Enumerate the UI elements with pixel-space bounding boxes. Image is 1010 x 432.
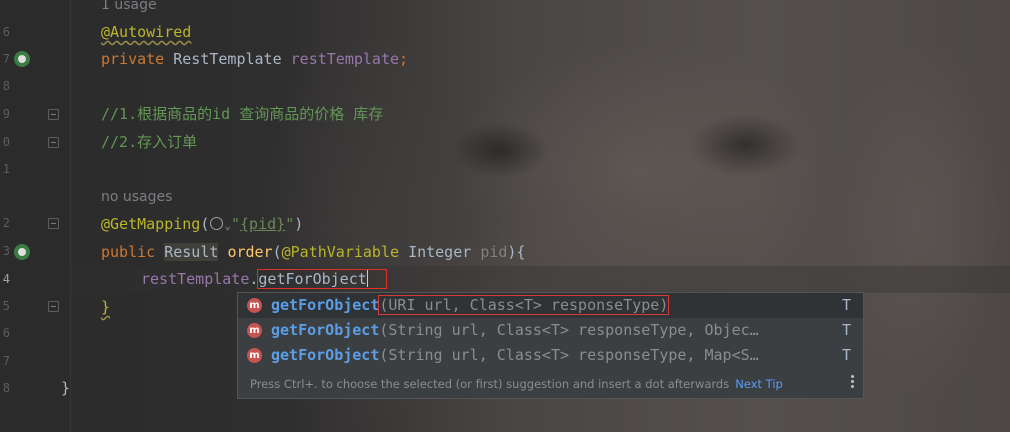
class-close-brace: } [61, 379, 71, 397]
annotation-pathvariable: @PathVariable [281, 243, 400, 261]
code-line-autowired: @Autowired [101, 19, 191, 46]
code-line-getmapping: @GetMapping(⌄"{pid}") [101, 211, 303, 238]
bean-autowired-icon[interactable] [14, 51, 30, 67]
string-quote: " [285, 215, 295, 233]
line-number: 7 [2, 354, 10, 368]
type-integer: Integer [408, 243, 472, 261]
line-number: 6 [2, 326, 10, 340]
line-number: 8 [2, 381, 10, 395]
completion-item[interactable]: m getForObject(URI url, Class<T> respons… [238, 293, 863, 318]
completion-item-name: getForObject(String url, Class<T> respon… [271, 343, 759, 368]
string-quote: " [231, 215, 241, 233]
completion-item-name: getForObject(String url, Class<T> respon… [271, 318, 759, 343]
line-number: 2 [2, 216, 10, 230]
method-name: order [227, 243, 273, 261]
code-line-method: public Result order(@PathVariable Intege… [101, 239, 525, 266]
keyword-private: private [101, 50, 165, 68]
keyword-public: public [101, 243, 156, 261]
call-target: restTemplate [141, 270, 250, 288]
comment-line-2: //2.存入订单 [101, 133, 198, 151]
line-number: 5 [2, 299, 10, 313]
code-line-field: private RestTemplate restTemplate; [101, 46, 408, 73]
usages-hint[interactable]: no usages [101, 184, 172, 211]
item-name-text: getForObject [271, 346, 380, 364]
item-name-text: getForObject [271, 296, 380, 314]
globe-icon[interactable] [210, 217, 224, 230]
more-options-icon[interactable] [851, 375, 855, 388]
paren-open: ( [200, 215, 210, 233]
completion-item-type: T [841, 296, 851, 314]
next-tip-link[interactable]: Next Tip [735, 377, 783, 391]
method-icon: m [247, 348, 262, 363]
paren-close: ) [294, 215, 304, 233]
typed-method: getForObject [258, 270, 367, 288]
completion-item-type: T [841, 346, 851, 364]
completion-item-name: getForObject(URI url, Class<T> responseT… [271, 293, 670, 318]
paren-open: ( [272, 243, 282, 261]
param-name: pid [480, 243, 508, 261]
method-icon: m [247, 298, 262, 313]
footer-hint-text: Press Ctrl+. to choose the selected (or … [250, 377, 730, 391]
usages-hint[interactable]: 1 usage [101, 0, 157, 19]
annotation-autowired: @Autowired [101, 23, 192, 41]
web-endpoint-icon[interactable] [14, 244, 30, 260]
code-line-close-brace: } [101, 294, 110, 321]
completion-footer: Press Ctrl+. to choose the selected (or … [238, 370, 863, 398]
field-name: restTemplate [290, 50, 400, 68]
type-result: Result [164, 243, 219, 261]
line-number: 9 [2, 107, 10, 121]
text-caret [366, 270, 368, 287]
line-number: 6 [2, 25, 10, 39]
gutter-separator [70, 0, 71, 432]
completion-item-type: T [841, 321, 851, 339]
line-number: 8 [2, 79, 10, 93]
completion-item[interactable]: m getForObject(String url, Class<T> resp… [238, 318, 863, 343]
item-name-text: getForObject [271, 321, 380, 339]
method-icon: m [247, 323, 262, 338]
chevron-down-icon[interactable]: ⌄ [224, 219, 231, 232]
fold-marker-icon[interactable] [48, 137, 59, 148]
code-line-class-close: } [61, 375, 70, 402]
fold-marker-icon[interactable] [48, 301, 59, 312]
path-variable-link[interactable]: {pid} [240, 215, 285, 233]
completion-item[interactable]: m getForObject(String url, Class<T> resp… [238, 343, 863, 368]
completion-item-signature: (URI url, Class<T> responseType) [378, 295, 670, 315]
editor-gutter [0, 0, 70, 432]
typed-text[interactable]: getForObject [257, 269, 387, 289]
line-number-current: 4 [2, 272, 10, 286]
comment-line-1: //1.根据商品的id 查询商品的价格 库存 [101, 105, 384, 123]
semicolon: ; [399, 50, 409, 68]
completion-item-signature: (String url, Class<T> responseType, Obje… [379, 321, 759, 339]
fold-marker-icon[interactable] [48, 109, 59, 120]
completion-popup: m getForObject(URI url, Class<T> respons… [237, 292, 864, 399]
line-number: 0 [2, 135, 10, 149]
close-brace: } [101, 298, 111, 316]
line-number: 1 [2, 162, 10, 176]
annotation-getmapping: @GetMapping [101, 215, 201, 233]
fold-marker-icon[interactable] [48, 218, 59, 229]
line-number: 3 [2, 244, 10, 258]
completion-item-signature: (String url, Class<T> responseType, Map<… [379, 346, 759, 364]
paren-brace: ){ [507, 243, 526, 261]
code-line-current[interactable]: restTemplate.getForObject [141, 266, 387, 293]
line-number: 7 [2, 52, 10, 66]
type-resttemplate: RestTemplate [173, 50, 282, 68]
